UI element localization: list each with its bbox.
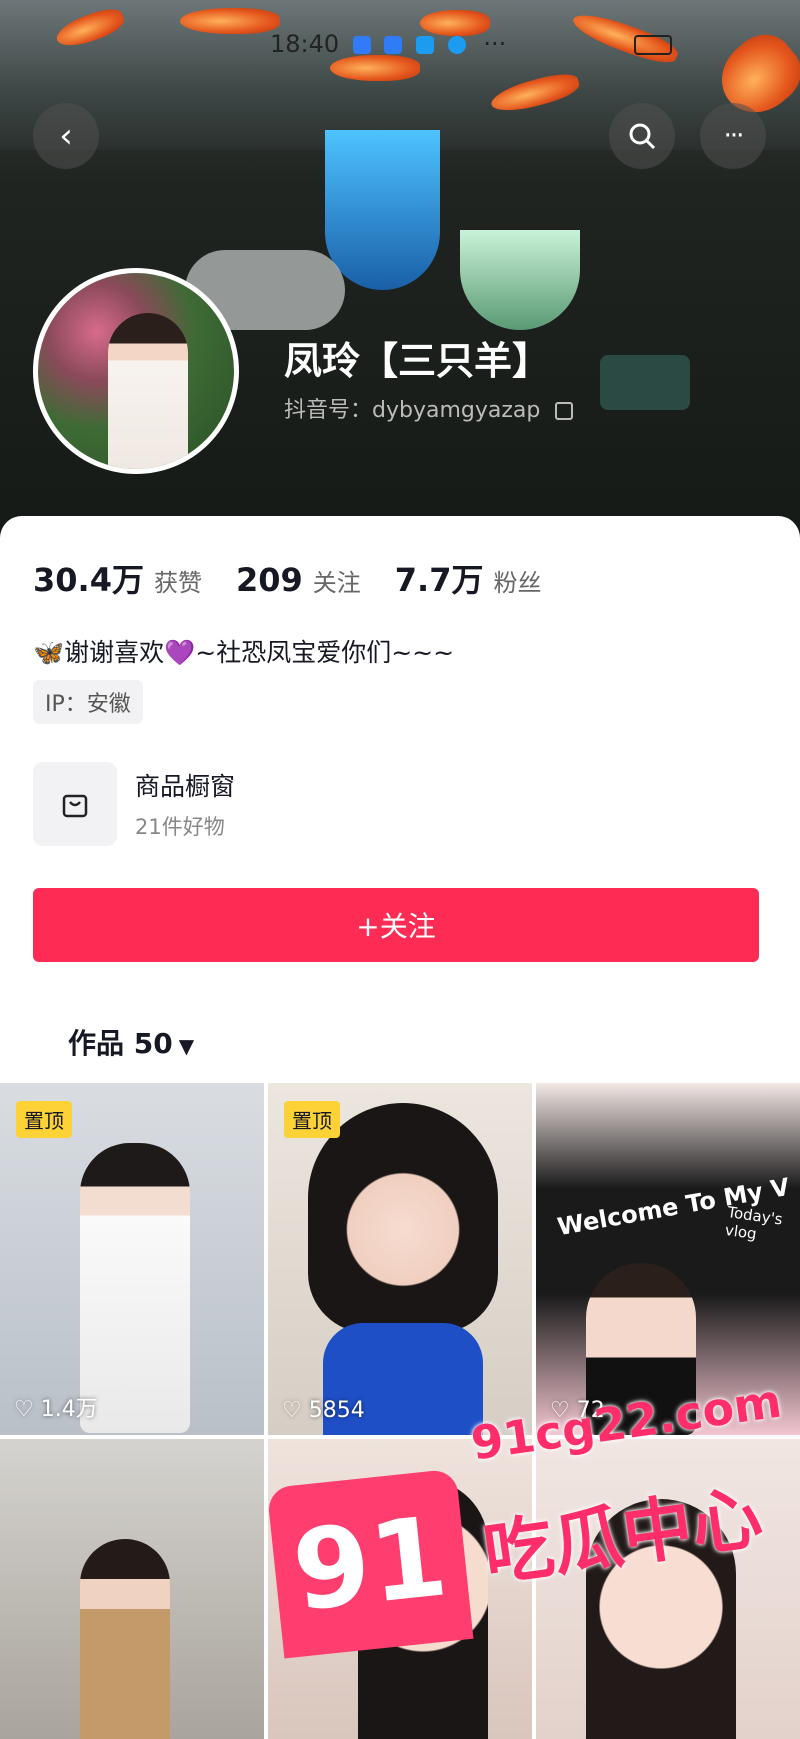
more-button[interactable]: ··· — [700, 103, 766, 169]
video-thumbnail[interactable] — [0, 1439, 264, 1739]
goldfish-decoration — [330, 55, 420, 81]
like-count-value: 1.4万 — [40, 1397, 98, 1422]
video-thumbnail[interactable]: 置顶 ♡ 1.4万 — [0, 1083, 264, 1435]
copy-icon[interactable] — [555, 402, 574, 420]
video-preview — [80, 1143, 190, 1433]
blue-drink-decoration — [325, 130, 440, 290]
profile-name: 凤玲【三只羊】 — [284, 339, 551, 383]
profile-bio: 🦋谢谢喜欢💜~社恐凤宝爱你们~~~ — [33, 638, 455, 667]
chevron-left-icon: ‹ — [59, 116, 73, 156]
status-more: ··· — [483, 30, 507, 58]
box-decoration — [600, 355, 690, 410]
profile-handle[interactable]: 抖音号：dybyamgyazap — [284, 392, 574, 424]
avatar[interactable] — [33, 268, 239, 474]
stat-value: 30.4万 — [33, 561, 144, 599]
battery-icon — [633, 35, 672, 55]
tab-works-label: 作品 50 — [68, 1027, 173, 1060]
stat-followers[interactable]: 7.7万 粉丝 — [395, 555, 542, 601]
handle-value: dybyamgyazap — [372, 398, 541, 423]
stat-value: 209 — [235, 561, 303, 599]
video-thumbnail[interactable]: 置顶 ♡ 5854 — [268, 1083, 532, 1435]
shop-window-entry[interactable]: 商品橱窗 21件好物 — [33, 762, 235, 846]
back-button[interactable]: ‹ — [33, 103, 99, 169]
stat-value: 7.7万 — [394, 561, 484, 599]
follow-button[interactable]: +关注 — [33, 888, 759, 962]
like-count-value: 5854 — [308, 1398, 365, 1423]
green-drink-decoration — [460, 230, 580, 330]
shop-title: 商品橱窗 — [135, 772, 236, 801]
heart-icon: ♡ — [282, 1398, 302, 1423]
bag-icon — [33, 762, 117, 846]
goldfish-decoration — [180, 8, 280, 34]
telegram-icon — [416, 36, 435, 54]
stat-label: 粉丝 — [493, 569, 542, 597]
video-overlay-subtitle: Today's vlog — [723, 1203, 784, 1244]
stat-label: 获赞 — [153, 569, 202, 597]
message-icon — [447, 36, 466, 54]
shop-subtitle: 21件好物 — [135, 815, 225, 839]
stat-following[interactable]: 209 关注 — [236, 561, 361, 599]
handle-label: 抖音号： — [284, 398, 373, 423]
app-notification-icon — [384, 36, 403, 54]
stat-label: 关注 — [312, 569, 361, 597]
more-dots-icon: ··· — [723, 121, 745, 151]
heart-icon: ♡ — [14, 1397, 34, 1422]
search-button[interactable] — [609, 103, 675, 169]
app-notification-icon — [352, 36, 371, 54]
watermark-logo: 91 — [266, 1468, 474, 1659]
tab-works[interactable]: 作品 50 ▼ — [68, 1022, 194, 1062]
pinned-badge: 置顶 — [16, 1101, 72, 1138]
stat-likes: 30.4万 获赞 — [33, 555, 202, 601]
like-count: ♡ 5854 — [282, 1398, 365, 1423]
caret-down-icon: ▼ — [178, 1034, 195, 1058]
pinned-badge: 置顶 — [284, 1101, 340, 1138]
avatar-photo — [108, 313, 188, 469]
ip-location-badge: IP：安徽 — [33, 680, 143, 724]
video-preview — [80, 1539, 170, 1739]
status-time: 18:40 — [270, 30, 340, 58]
status-bar: 18:40 ··· — [270, 30, 672, 58]
profile-stats: 30.4万 获赞 209 关注 7.7万 粉丝 — [33, 555, 541, 601]
search-icon — [629, 123, 656, 150]
like-count: ♡ 1.4万 — [14, 1391, 98, 1423]
profile-cover: 18:40 ··· ‹ ··· 凤玲【三只羊】 抖音号：dybyamgyazap — [0, 0, 800, 540]
